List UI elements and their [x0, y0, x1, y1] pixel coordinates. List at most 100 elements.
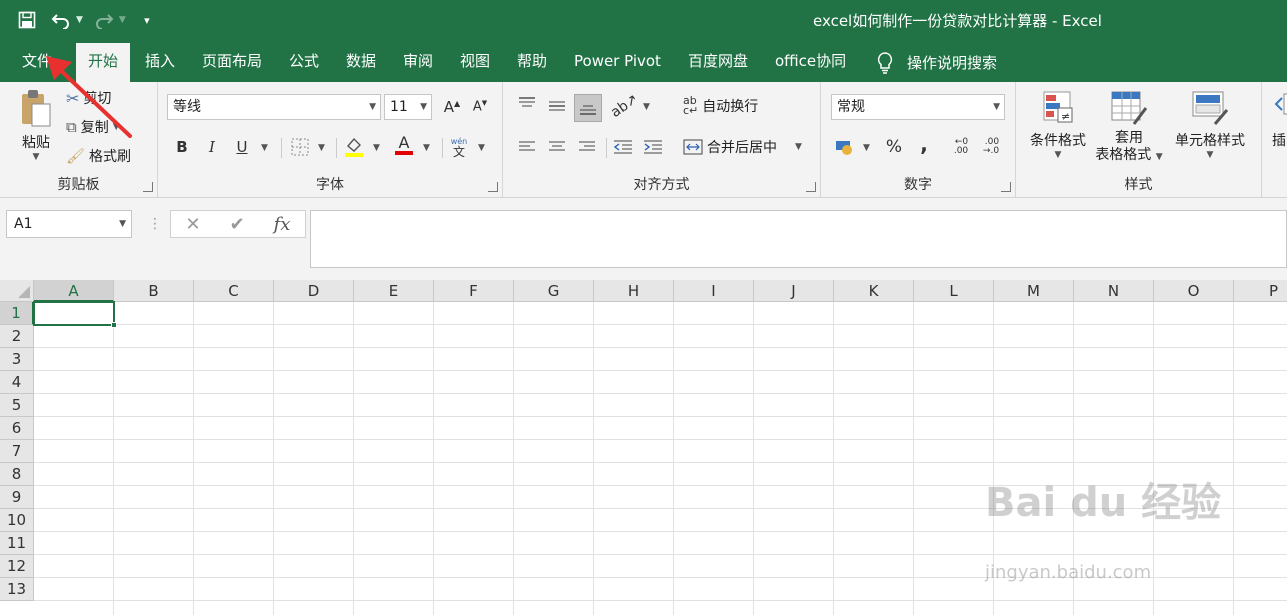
insert-cells-button[interactable]: 插	[1272, 90, 1287, 150]
format-as-table-button[interactable]: 套用 表格格式 ▼	[1092, 90, 1166, 166]
paste-dropdown-icon[interactable]: ▼	[14, 152, 58, 162]
tab-view[interactable]: 视图	[460, 43, 490, 82]
font-name-dropdown-icon[interactable]: ▼	[369, 95, 376, 119]
name-box[interactable]: A1 ▼	[6, 210, 132, 238]
italic-button[interactable]: I	[200, 135, 224, 159]
row-header-6[interactable]: 6	[0, 417, 34, 440]
orientation-button[interactable]: ab↗	[608, 91, 641, 121]
column-header-i[interactable]: I	[674, 280, 754, 302]
formula-input[interactable]	[310, 210, 1287, 268]
column-header-f[interactable]: F	[434, 280, 514, 302]
align-middle-button[interactable]	[545, 94, 569, 118]
column-header-p[interactable]: P	[1234, 280, 1287, 302]
underline-dropdown-icon[interactable]: ▼	[261, 143, 268, 153]
insert-function-icon[interactable]: fx	[274, 214, 291, 235]
save-icon[interactable]	[14, 8, 40, 32]
align-center-button[interactable]	[545, 135, 569, 159]
alignment-launcher-icon[interactable]	[806, 182, 816, 192]
bold-button[interactable]: B	[170, 135, 194, 159]
font-size-box[interactable]: 11 ▼	[384, 94, 432, 120]
merge-center-button[interactable]: 合并后居中 ▼	[683, 137, 802, 157]
column-header-d[interactable]: D	[274, 280, 354, 302]
align-bottom-button[interactable]	[574, 94, 602, 122]
row-header-7[interactable]: 7	[0, 440, 34, 463]
row-header-1[interactable]: 1	[0, 302, 34, 325]
number-format-box[interactable]: 常规 ▼	[831, 94, 1005, 120]
borders-dropdown-icon[interactable]: ▼	[318, 143, 325, 153]
borders-button[interactable]	[288, 135, 312, 159]
cell-styles-button[interactable]: 单元格样式 ▼	[1168, 90, 1252, 160]
column-header-b[interactable]: B	[114, 280, 194, 302]
row-header-13[interactable]: 13	[0, 578, 34, 601]
formula-bar-grip-icon[interactable]: ⋮	[148, 216, 162, 232]
phonetic-guide-button[interactable]: wén 文	[447, 135, 471, 159]
column-header-g[interactable]: G	[514, 280, 594, 302]
percent-button[interactable]: %	[882, 135, 906, 159]
align-right-button[interactable]	[575, 135, 599, 159]
font-color-dropdown-icon[interactable]: ▼	[423, 143, 430, 153]
row-header-8[interactable]: 8	[0, 463, 34, 486]
accounting-format-button[interactable]	[833, 135, 857, 159]
fill-color-dropdown-icon[interactable]: ▼	[373, 143, 380, 153]
name-box-dropdown-icon[interactable]: ▼	[119, 211, 126, 237]
column-header-k[interactable]: K	[834, 280, 914, 302]
undo-icon[interactable]	[48, 8, 74, 32]
row-header-5[interactable]: 5	[0, 394, 34, 417]
column-header-c[interactable]: C	[194, 280, 274, 302]
font-color-button[interactable]: A	[392, 133, 416, 157]
number-launcher-icon[interactable]	[1001, 182, 1011, 192]
tab-baidu-netdisk[interactable]: 百度网盘	[688, 43, 748, 82]
tab-data[interactable]: 数据	[346, 43, 376, 82]
merge-dropdown-icon[interactable]: ▼	[795, 142, 802, 152]
font-launcher-icon[interactable]	[488, 182, 498, 192]
fill-handle[interactable]	[111, 322, 117, 328]
row-header-3[interactable]: 3	[0, 348, 34, 371]
column-header-m[interactable]: M	[994, 280, 1074, 302]
customize-qat-icon[interactable]: ▾	[134, 8, 160, 32]
column-header-o[interactable]: O	[1154, 280, 1234, 302]
increase-decimal-button[interactable]: ←0.00	[949, 135, 973, 159]
column-header-n[interactable]: N	[1074, 280, 1154, 302]
tab-review[interactable]: 审阅	[403, 43, 433, 82]
conditional-dropdown-icon[interactable]: ▼	[1026, 150, 1090, 160]
format-as-table-dropdown-icon[interactable]: ▼	[1156, 152, 1163, 162]
row-header-12[interactable]: 12	[0, 555, 34, 578]
tell-me-search[interactable]: 操作说明搜索	[877, 43, 997, 82]
decrease-decimal-button[interactable]: .00 →.0	[979, 135, 1003, 159]
phonetic-dropdown-icon[interactable]: ▼	[478, 143, 485, 153]
decrease-font-size-button[interactable]: A▼	[468, 95, 492, 119]
increase-font-size-button[interactable]: A▲	[440, 95, 464, 119]
align-left-button[interactable]	[515, 135, 539, 159]
undo-dropdown-icon[interactable]: ▼	[76, 15, 83, 25]
align-top-button[interactable]	[515, 92, 539, 116]
column-header-h[interactable]: H	[594, 280, 674, 302]
font-size-dropdown-icon[interactable]: ▼	[420, 95, 427, 119]
row-header-2[interactable]: 2	[0, 325, 34, 348]
cancel-entry-icon[interactable]: ✕	[185, 214, 200, 235]
clipboard-launcher-icon[interactable]	[143, 182, 153, 192]
tab-help[interactable]: 帮助	[517, 43, 547, 82]
orientation-dropdown-icon[interactable]: ▼	[643, 102, 650, 112]
wrap-text-button[interactable]: ab c↵ 自动换行	[683, 95, 758, 116]
tab-insert[interactable]: 插入	[145, 43, 175, 82]
active-cell-a1[interactable]	[33, 301, 117, 328]
row-header-9[interactable]: 9	[0, 486, 34, 509]
decrease-indent-button[interactable]	[611, 135, 635, 159]
format-painter-button[interactable]: 🖌 格式刷	[66, 146, 131, 166]
accounting-dropdown-icon[interactable]: ▼	[863, 143, 870, 153]
row-header-4[interactable]: 4	[0, 371, 34, 394]
conditional-formatting-button[interactable]: ≠ 条件格式 ▼	[1026, 90, 1090, 160]
tab-formulas[interactable]: 公式	[289, 43, 319, 82]
fill-color-button[interactable]	[342, 135, 366, 159]
column-header-j[interactable]: J	[754, 280, 834, 302]
select-all-button[interactable]	[0, 280, 34, 302]
tab-page-layout[interactable]: 页面布局	[202, 43, 262, 82]
column-header-e[interactable]: E	[354, 280, 434, 302]
tab-power-pivot[interactable]: Power Pivot	[574, 43, 661, 82]
row-header-10[interactable]: 10	[0, 509, 34, 532]
font-name-box[interactable]: 等线 ▼	[167, 94, 381, 120]
confirm-entry-icon[interactable]: ✔	[230, 214, 245, 235]
column-header-l[interactable]: L	[914, 280, 994, 302]
row-header-11[interactable]: 11	[0, 532, 34, 555]
increase-indent-button[interactable]	[641, 135, 665, 159]
